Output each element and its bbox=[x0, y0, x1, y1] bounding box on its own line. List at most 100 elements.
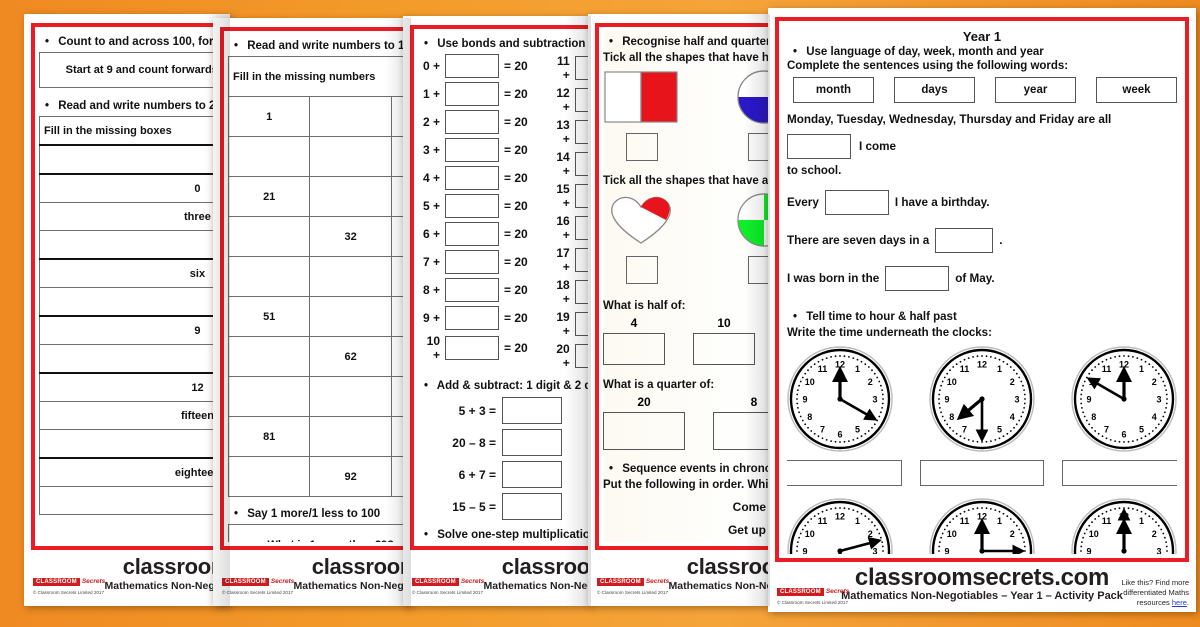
table-cell[interactable] bbox=[39, 230, 230, 260]
quarter-of-item: 8 bbox=[713, 395, 770, 450]
table-cell[interactable]: 12 bbox=[39, 372, 230, 402]
answer-box[interactable] bbox=[445, 82, 499, 106]
sentence-2-blank[interactable] bbox=[824, 190, 889, 215]
table-cell[interactable] bbox=[39, 144, 230, 175]
half-of-answers: 4 10 6 bbox=[603, 316, 770, 365]
answer-box[interactable] bbox=[445, 306, 499, 330]
answer-box[interactable] bbox=[445, 250, 499, 274]
tick-box[interactable] bbox=[626, 133, 658, 161]
svg-text:1: 1 bbox=[855, 516, 860, 526]
bullet-icon: • bbox=[44, 100, 50, 112]
table-cell[interactable] bbox=[228, 456, 311, 497]
answer-box[interactable] bbox=[502, 461, 562, 488]
one-more-one-less-table: What is 1 more than 29?What is 1 less th… bbox=[228, 524, 411, 542]
table-cell[interactable] bbox=[228, 336, 311, 377]
answer-box[interactable] bbox=[445, 166, 499, 190]
copyright-text: © Classroom Secrets Limited 2017 bbox=[222, 590, 294, 595]
bullet-icon: • bbox=[233, 40, 239, 52]
answer-box[interactable] bbox=[502, 429, 562, 456]
sheet-2-objective-1: • Read and write numbers to 100 in numer… bbox=[228, 40, 411, 52]
sentence-4-blank[interactable] bbox=[885, 266, 950, 291]
table-cell[interactable]: What is 1 more than 29? bbox=[228, 524, 411, 542]
table-cell[interactable]: fifteen bbox=[39, 401, 230, 430]
table-cell[interactable]: eighteen bbox=[39, 457, 230, 487]
table-cell[interactable] bbox=[39, 287, 230, 317]
table-cell[interactable]: 0 bbox=[39, 173, 230, 203]
sentence-3-blank[interactable] bbox=[935, 228, 994, 253]
table-cell[interactable]: 32 bbox=[309, 216, 392, 257]
word-bank-item[interactable]: month bbox=[793, 77, 874, 103]
tick-box[interactable] bbox=[626, 256, 658, 284]
table-cell[interactable]: Start at 9 and count forwards bbox=[39, 52, 230, 88]
svg-text:7: 7 bbox=[1104, 425, 1109, 435]
svg-text:11: 11 bbox=[818, 516, 828, 526]
table-cell[interactable] bbox=[228, 216, 311, 257]
table-cell[interactable]: 9 bbox=[39, 315, 230, 345]
tick-box[interactable] bbox=[748, 256, 770, 284]
sentence-1-blank[interactable] bbox=[787, 134, 851, 159]
worksheet-sheet-4[interactable]: • Recognise half and quarter of objects … bbox=[588, 14, 770, 606]
table-cell[interactable]: 81 bbox=[228, 416, 311, 457]
sheet-5-objective-2: • Tell time to hour & half past bbox=[787, 311, 1177, 323]
worksheet-sheet-3[interactable]: • Use bonds and subtraction facts to 20 … bbox=[403, 16, 591, 606]
clock-item: 121234567891011 bbox=[1062, 497, 1177, 554]
numbers-to-20-table: Fill in the missing boxes 0 three six 9 … bbox=[39, 116, 230, 515]
answer-box[interactable] bbox=[603, 333, 665, 365]
sheet-5-border: Year 1 • Use language of day, week, mont… bbox=[775, 17, 1189, 562]
table-cell[interactable] bbox=[309, 176, 392, 217]
table-cell[interactable] bbox=[228, 256, 311, 297]
answer-box[interactable] bbox=[445, 222, 499, 246]
table-cell[interactable] bbox=[309, 416, 392, 457]
sequence-item[interactable]: Come home from school bbox=[603, 500, 770, 514]
sheet-1-footer: classroomsecrets.com Mathematics Non-Neg… bbox=[24, 550, 230, 606]
time-answer-box[interactable] bbox=[787, 460, 902, 486]
table-cell[interactable] bbox=[39, 486, 230, 515]
clock-row-top: 121234567891011 121234567891011 12123456… bbox=[787, 345, 1177, 486]
table-cell[interactable] bbox=[228, 376, 311, 417]
table-cell[interactable] bbox=[228, 136, 311, 177]
table-cell[interactable] bbox=[39, 429, 230, 459]
answer-box[interactable] bbox=[502, 493, 562, 520]
svg-text:2: 2 bbox=[868, 377, 873, 387]
word-bank-item[interactable]: days bbox=[894, 77, 975, 103]
logo-chip: CLASSROOM bbox=[222, 578, 269, 586]
half-of-item: 4 bbox=[603, 316, 665, 365]
answer-box[interactable] bbox=[693, 333, 755, 365]
bond-row: 14 += 2 bbox=[548, 150, 591, 178]
table-cell[interactable]: six bbox=[39, 258, 230, 288]
answer-box[interactable] bbox=[445, 278, 499, 302]
answer-box[interactable] bbox=[713, 412, 770, 450]
sequence-item[interactable]: Get up and have breakfast bbox=[603, 523, 770, 537]
worksheet-sheet-1[interactable]: • Count to and across 100, forwards and … bbox=[24, 14, 230, 606]
table-cell[interactable] bbox=[39, 344, 230, 374]
time-answer-box[interactable] bbox=[920, 460, 1044, 486]
answer-box[interactable] bbox=[603, 412, 685, 450]
table-cell[interactable]: 51 bbox=[228, 296, 311, 337]
table-cell[interactable]: 62 bbox=[309, 336, 392, 377]
answer-box[interactable] bbox=[445, 138, 499, 162]
table-cell[interactable] bbox=[309, 96, 392, 137]
worksheet-sheet-2[interactable]: • Read and write numbers to 100 in numer… bbox=[213, 18, 411, 606]
table-cell[interactable]: 1 bbox=[228, 96, 311, 137]
worksheet-sheet-5[interactable]: Year 1 • Use language of day, week, mont… bbox=[768, 8, 1196, 612]
table-cell[interactable] bbox=[309, 296, 392, 337]
word-bank-item[interactable]: year bbox=[995, 77, 1076, 103]
answer-box[interactable] bbox=[445, 336, 499, 360]
answer-box[interactable] bbox=[502, 397, 562, 424]
sheet-4-objective-1: • Recognise half and quarter of objects bbox=[603, 36, 770, 48]
table-cell[interactable] bbox=[309, 256, 392, 297]
word-bank-item[interactable]: week bbox=[1096, 77, 1177, 103]
table-cell[interactable]: 92 bbox=[309, 456, 392, 497]
table-cell[interactable]: three bbox=[39, 202, 230, 231]
answer-box[interactable] bbox=[445, 194, 499, 218]
svg-text:1: 1 bbox=[997, 364, 1002, 374]
table-cell[interactable] bbox=[309, 376, 392, 417]
table-cell[interactable] bbox=[309, 136, 392, 177]
resources-link[interactable]: here bbox=[1172, 598, 1187, 607]
table-cell[interactable]: 21 bbox=[228, 176, 311, 217]
clock-face-3: 121234567891011 bbox=[1070, 345, 1177, 453]
tick-box[interactable] bbox=[748, 133, 770, 161]
time-answer-box[interactable] bbox=[1062, 460, 1177, 486]
answer-box[interactable] bbox=[445, 54, 499, 78]
answer-box[interactable] bbox=[445, 110, 499, 134]
